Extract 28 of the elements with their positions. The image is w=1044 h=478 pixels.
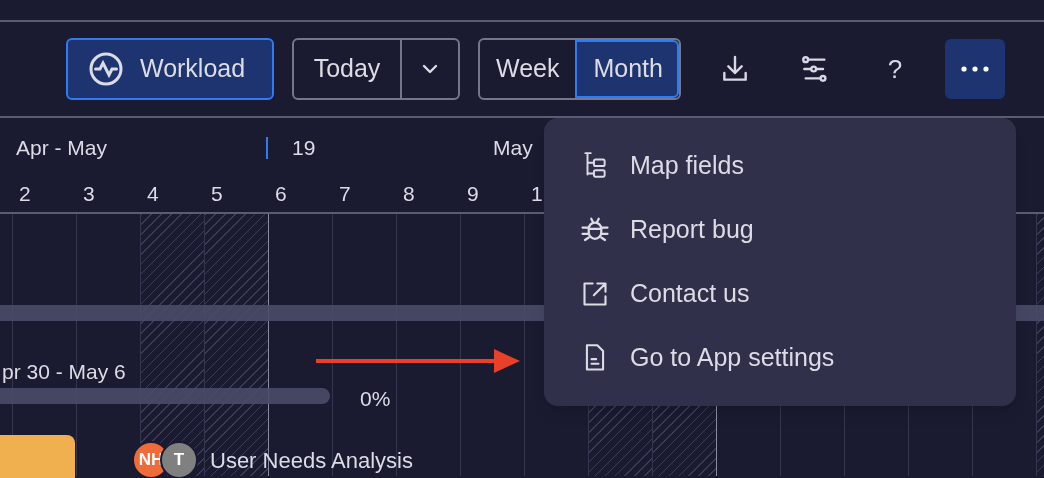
file-icon: [583, 343, 607, 373]
day-label: 8: [403, 181, 415, 207]
day-label: 3: [83, 181, 95, 207]
day-label: 9: [467, 181, 479, 207]
avatar: T: [160, 441, 198, 478]
menu-item[interactable]: Contact us: [544, 262, 1016, 326]
workload-button[interactable]: Workload: [66, 38, 274, 100]
menu-item[interactable]: Report bug: [544, 198, 1016, 262]
period-label: 19: [292, 135, 316, 161]
day-label: 6: [275, 181, 287, 207]
day-label: 4: [147, 181, 159, 207]
help-button[interactable]: ?: [864, 39, 925, 99]
menu-item[interactable]: Go to App settings: [544, 326, 1016, 390]
day-label: 7: [339, 181, 351, 207]
more-icon: [960, 66, 989, 72]
external-link-icon: [581, 280, 609, 308]
period-label: May: [493, 135, 533, 161]
day-label: 1: [531, 181, 543, 207]
day-label: 5: [211, 181, 223, 207]
more-button[interactable]: [944, 39, 1005, 99]
pulse-icon: [88, 51, 124, 87]
day-label: 2: [19, 181, 31, 207]
period-label: Apr - May: [16, 135, 107, 161]
menu-item[interactable]: Map fields: [544, 134, 1016, 198]
view-tab[interactable]: Month: [575, 40, 679, 98]
task-dates: pr 30 - May 6: [2, 359, 126, 385]
tree-icon: [582, 151, 608, 181]
view-tab[interactable]: Week: [480, 40, 576, 98]
